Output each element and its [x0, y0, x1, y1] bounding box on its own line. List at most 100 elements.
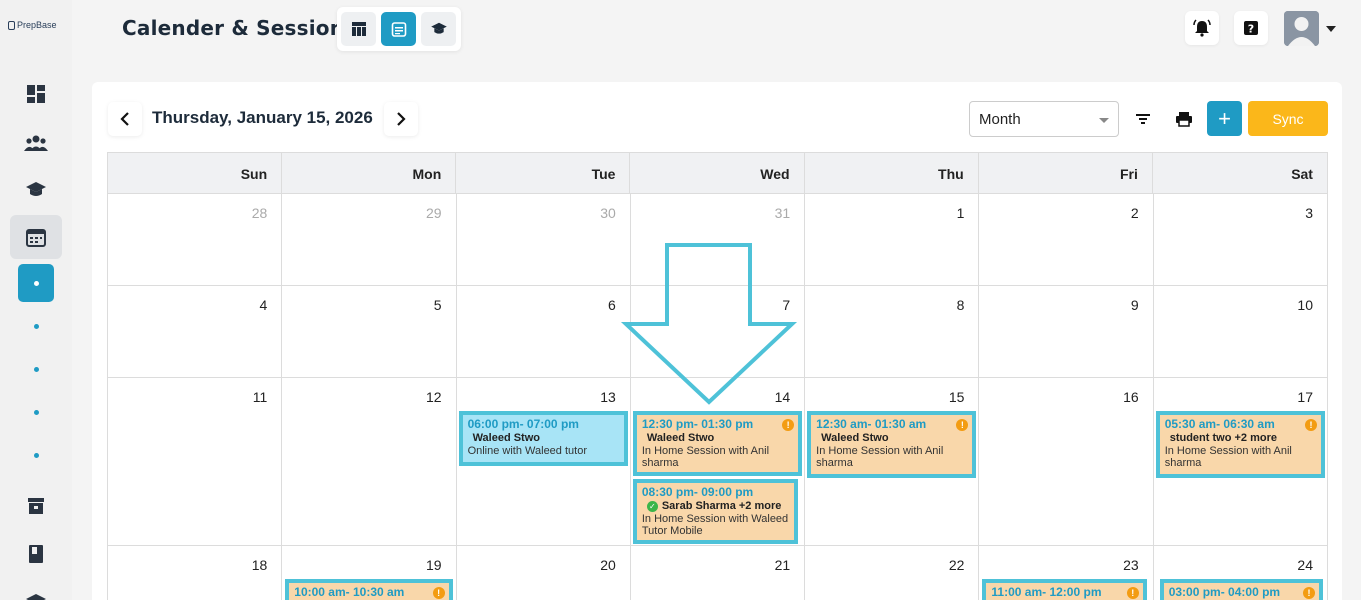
sidebar-item-courses[interactable] [10, 168, 62, 212]
weekday-label: Sat [1291, 166, 1313, 182]
event-time: 08:30 pm- 09:00 pm [641, 485, 754, 499]
sync-button[interactable]: Sync [1248, 101, 1328, 136]
app-logo[interactable]: PrepBase [8, 20, 57, 30]
sessions-view-button[interactable] [421, 12, 456, 46]
calendar-day[interactable]: 18 [108, 546, 283, 600]
dot-icon [33, 409, 39, 415]
warning-icon: ! [1303, 587, 1315, 599]
event-participant: student two +2 more [1169, 432, 1277, 444]
calendar-day[interactable]: 23 ! 11:00 am- 12:00 pm [979, 546, 1154, 600]
calendar-day[interactable]: 12 [282, 378, 457, 545]
sidebar-item-calendar[interactable] [10, 215, 62, 259]
view-switcher [337, 7, 461, 51]
session-event[interactable]: ! 12:30 pm- 01:30 pm Waleed Stwo In Home… [632, 411, 803, 476]
calendar-day[interactable]: 16 [979, 378, 1154, 545]
svg-text:?: ? [1248, 23, 1254, 36]
filter-icon [1135, 113, 1150, 124]
calendar-day[interactable]: 17 ! 05:30 am- 06:30 am student two +2 m… [1154, 378, 1328, 545]
event-time: 06:00 pm- 07:00 pm [467, 417, 579, 431]
table-icon [351, 22, 366, 36]
filter-button[interactable] [1125, 101, 1160, 136]
sidebar-subitem-2[interactable] [18, 307, 54, 345]
day-number: 24 [1297, 557, 1313, 573]
calendar-day[interactable]: 6 [457, 286, 631, 377]
notifications-button[interactable] [1185, 11, 1219, 45]
calendar-day[interactable]: 11 [108, 378, 283, 545]
sidebar-subitem-1[interactable] [18, 264, 54, 302]
print-button[interactable] [1166, 101, 1201, 136]
calendar-day[interactable]: 1 [805, 194, 980, 285]
calendar-day[interactable]: 20 [457, 546, 631, 600]
session-event[interactable]: 08:30 pm- 09:00 pm ✓ Sarab Sharma +2 more… [632, 479, 799, 544]
table-view-button[interactable] [341, 12, 376, 46]
sidebar-subitem-5[interactable] [18, 436, 54, 474]
day-number: 10 [1297, 297, 1313, 313]
event-time: 10:00 am- 10:30 am [294, 585, 405, 599]
calendar-day[interactable]: 2 [979, 194, 1154, 285]
book-icon [29, 545, 43, 563]
dot-icon [33, 323, 39, 329]
calendar-day[interactable]: 9 [979, 286, 1154, 377]
day-number: 17 [1297, 389, 1313, 405]
add-session-button[interactable]: + [1207, 101, 1242, 136]
calendar-day[interactable]: 5 [282, 286, 457, 377]
calendar-day[interactable]: 22 [805, 546, 980, 600]
sidebar-item-dashboard[interactable] [10, 72, 62, 116]
weekday-label: Thu [805, 153, 979, 193]
calendar-day[interactable]: 24 ! 03:00 pm- 04:00 pm [1154, 546, 1328, 600]
user-menu-caret-icon[interactable] [1326, 26, 1336, 32]
calendar-icon [26, 229, 46, 247]
calendar-icon [391, 22, 406, 37]
day-number: 20 [600, 557, 616, 573]
calendar-day[interactable]: 28 [108, 194, 283, 285]
previous-button[interactable] [108, 102, 142, 136]
user-avatar[interactable] [1284, 11, 1319, 46]
calendar-day[interactable]: 29 [282, 194, 457, 285]
calendar-view-button[interactable] [381, 12, 416, 46]
help-icon: ? [1244, 21, 1258, 36]
event-participant: Waleed Stwo [646, 432, 715, 444]
page-title: Calender & Sessions [122, 16, 357, 40]
calendar-day[interactable]: 30 [457, 194, 631, 285]
next-button[interactable] [384, 102, 418, 136]
sidebar-subitem-4[interactable] [18, 393, 54, 431]
session-event[interactable]: ! 03:00 pm- 04:00 pm [1159, 579, 1323, 600]
calendar-day[interactable]: 4 [108, 286, 283, 377]
sidebar-item-library[interactable] [10, 532, 62, 576]
day-number: 12 [425, 389, 442, 405]
day-number: 18 [251, 557, 268, 573]
calendar-day[interactable]: 21 [631, 546, 806, 600]
sidebar-item-more[interactable] [10, 580, 62, 600]
calendar-day[interactable]: 19 ! 10:00 am- 10:30 am [282, 546, 457, 600]
day-number: 5 [433, 297, 442, 313]
session-event[interactable]: ! 05:30 am- 06:30 am student two +2 more… [1155, 411, 1325, 478]
calendar-day[interactable]: 13 06:00 pm- 07:00 pm Waleed Stwo Online… [457, 378, 631, 545]
warning-icon: ! [1305, 419, 1317, 431]
day-number: 31 [774, 205, 791, 221]
store-icon [28, 498, 44, 514]
day-number: 29 [425, 205, 442, 221]
sidebar-item-store[interactable] [10, 484, 62, 528]
session-event[interactable]: ! 11:00 am- 12:00 pm [982, 579, 1147, 600]
calendar-day[interactable]: 10 [1154, 286, 1328, 377]
sidebar-subitem-3[interactable] [18, 350, 54, 388]
calendar-day[interactable]: 8 [805, 286, 980, 377]
bell-alert-icon [1193, 19, 1211, 37]
sidebar-item-users[interactable] [10, 121, 62, 165]
weekday-label: Sun [108, 153, 283, 193]
event-time: 11:00 am- 12:00 pm [991, 585, 1102, 599]
annotation-arrow-icon [620, 243, 798, 405]
day-number: 2 [1130, 205, 1139, 221]
session-event[interactable]: ! 12:30 am- 01:30 am Waleed Stwo In Home… [807, 411, 977, 478]
day-number: 19 [425, 557, 442, 573]
session-event[interactable]: 06:00 pm- 07:00 pm Waleed Stwo Online wi… [458, 411, 628, 466]
day-number: 22 [948, 557, 965, 573]
session-event[interactable]: ! 10:00 am- 10:30 am [285, 579, 453, 600]
day-number: 13 [600, 389, 616, 405]
printer-icon [1175, 111, 1192, 127]
calendar-day[interactable]: 3 [1154, 194, 1328, 285]
calendar-day[interactable]: 15 ! 12:30 am- 01:30 am Waleed Stwo In H… [805, 378, 980, 545]
view-select[interactable]: Month [969, 101, 1119, 137]
avatar-icon [1284, 11, 1319, 46]
help-button[interactable]: ? [1234, 11, 1268, 45]
